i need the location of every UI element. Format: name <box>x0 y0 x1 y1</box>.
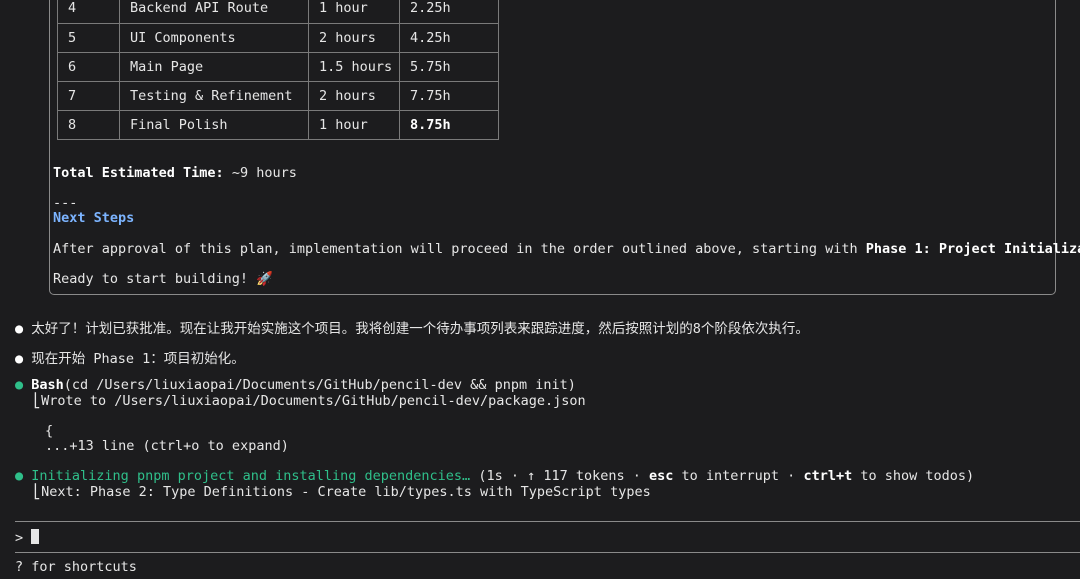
phase-name: Testing & Refinement <box>119 81 309 111</box>
spinner-icon: ● <box>15 468 24 484</box>
bullet-icon: ● <box>15 377 24 393</box>
bullet-icon: ● <box>15 321 24 337</box>
next-steps-phase: Phase 1: Project Initialization. <box>865 241 1080 257</box>
phase-number: 6 <box>57 52 120 82</box>
next-todo: ⎣Next: Phase 2: Type Definitions - Creat… <box>33 484 651 500</box>
phase-name: UI Components <box>119 23 309 53</box>
total-estimate: Total Estimated Time: ~9 hours <box>53 165 297 181</box>
phase-number: 8 <box>57 110 120 140</box>
phase-cumulative: 2.25h <box>399 0 499 24</box>
spinner-text: Initializing pnpm project and installing… <box>31 468 471 484</box>
phase-number: 4 <box>57 0 120 24</box>
phase-table: 4 Backend API Route 1 hour 2.25h 5 UI Compone… <box>57 0 499 140</box>
next-steps-body: After approval of this plan, implementat… <box>53 241 866 257</box>
tool-name: Bash <box>31 377 64 393</box>
ready-text: Ready to start building! 🚀 <box>53 271 274 287</box>
esc-key: esc <box>649 468 674 484</box>
status-meta: to show todos) <box>852 468 975 484</box>
text-cursor <box>31 529 40 544</box>
phase-row: 4 Backend API Route 1 hour 2.25h <box>57 0 499 24</box>
message-text: 太好了！计划已获批准。现在让我开始实施这个项目。我将创建一个待办事项列表来跟踪进… <box>31 321 809 337</box>
tool-command: (cd /Users/liuxiaopai/Documents/GitHub/p… <box>63 377 576 393</box>
phase-cumulative: 8.75h <box>399 110 499 140</box>
phase-cumulative: 7.75h <box>399 81 499 111</box>
expand-hint[interactable]: ...+13 line (ctrl+o to expand) <box>45 438 289 454</box>
message-text: 现在开始 Phase 1：项目初始化。 <box>31 351 245 367</box>
markdown-divider: --- <box>53 195 78 211</box>
bullet-icon: ● <box>15 351 24 367</box>
phase-duration: 2 hours <box>308 81 400 111</box>
status-meta: to interrupt · <box>673 468 804 484</box>
phase-row: 6 Main Page 1.5 hours 5.75h <box>57 52 499 82</box>
phase-duration: 2 hours <box>308 23 400 53</box>
bash-tool-call: ● Bash(cd /Users/liuxiaopai/Documents/Gi… <box>15 377 576 393</box>
phase-cumulative: 5.75h <box>399 52 499 82</box>
phase-duration: 1.5 hours <box>308 52 400 82</box>
total-value: ~9 hours <box>223 165 297 181</box>
input-bottom-border <box>15 552 1080 553</box>
phase-row: 8 Final Polish 1 hour 8.75h <box>57 110 499 140</box>
phase-number: 7 <box>57 81 120 111</box>
next-steps-text: After approval of this plan, implementat… <box>53 241 1080 257</box>
phase-row: 7 Testing & Refinement 2 hours 7.75h <box>57 81 499 111</box>
prompt-symbol: > <box>15 530 24 546</box>
phase-duration: 1 hour <box>308 110 400 140</box>
phase-cumulative: 4.25h <box>399 23 499 53</box>
phase-number: 5 <box>57 23 120 53</box>
input-top-border <box>15 521 1080 522</box>
input-box[interactable]: > <box>15 529 40 546</box>
phase-duration: 1 hour <box>308 0 400 24</box>
assistant-message: ● 太好了！计划已获批准。现在让我开始实施这个项目。我将创建一个待办事项列表来跟… <box>15 317 809 337</box>
phase-name: Backend API Route <box>119 0 309 24</box>
total-label: Total Estimated Time: <box>53 165 224 181</box>
tool-result: ⎣Wrote to /Users/liuxiaopai/Documents/Gi… <box>33 393 586 409</box>
assistant-message: ● 现在开始 Phase 1：项目初始化。 <box>15 347 245 367</box>
phase-name: Main Page <box>119 52 309 82</box>
status-line: ● Initializing pnpm project and installi… <box>15 468 974 484</box>
shortcuts-hint: ? for shortcuts <box>15 559 137 575</box>
next-steps-heading: Next Steps <box>53 210 135 226</box>
phase-row: 5 UI Components 2 hours 4.25h <box>57 23 499 53</box>
result-preview: { <box>45 423 54 439</box>
todos-key: ctrl+t <box>803 468 853 484</box>
status-meta: (1s · ↑ 117 tokens · <box>470 468 649 484</box>
phase-name: Final Polish <box>119 110 309 140</box>
